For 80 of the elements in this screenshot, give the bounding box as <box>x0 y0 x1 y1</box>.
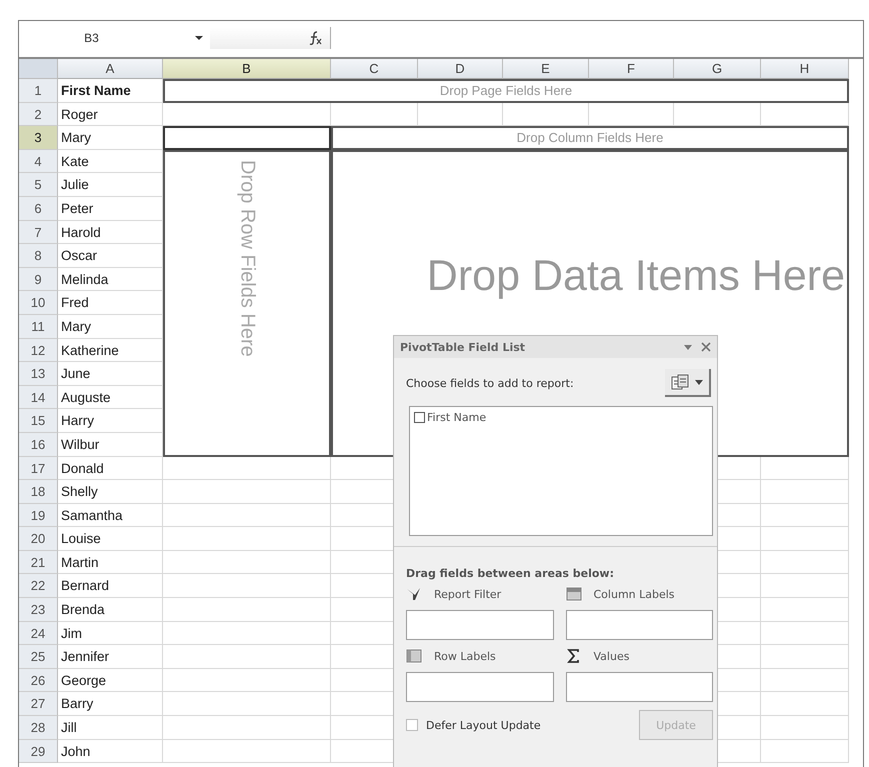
table-cell: Martin <box>58 550 163 574</box>
choose-fields-label: Choose fields to add to report: <box>406 376 574 390</box>
column-header[interactable]: A <box>58 59 163 79</box>
row-header[interactable]: 21 <box>19 550 58 574</box>
table-cell: Jennifer <box>58 645 163 669</box>
area-label: Row Labels <box>434 650 496 662</box>
checkbox[interactable] <box>414 412 425 423</box>
row-header[interactable]: 20 <box>19 527 58 551</box>
row-header[interactable]: 19 <box>19 504 58 528</box>
filter-icon <box>406 587 422 601</box>
close-icon[interactable] <box>701 342 711 352</box>
table-cell: Roger <box>58 102 163 126</box>
row-header[interactable]: 4 <box>19 150 58 174</box>
area-drop-box[interactable] <box>566 610 713 640</box>
table-cell: Jim <box>58 622 163 646</box>
row-fields-label: Drop Row Fields Here <box>236 160 258 357</box>
row-header[interactable]: 11 <box>19 314 58 339</box>
defer-update-label[interactable]: Defer Layout Update <box>426 718 541 732</box>
row-header[interactable]: 27 <box>19 692 58 716</box>
table-cell: Bernard <box>58 574 163 598</box>
area-drop-box[interactable] <box>406 610 554 640</box>
row-header[interactable]: 24 <box>19 622 58 646</box>
row-header[interactable]: 6 <box>19 196 58 221</box>
table-cell: John <box>58 740 163 764</box>
column-header[interactable]: F <box>589 59 674 79</box>
pane-title: PivotTable Field List <box>400 340 526 354</box>
sigma-icon <box>566 649 582 663</box>
row-header[interactable]: 5 <box>19 173 58 197</box>
columns-icon <box>566 587 582 601</box>
area-drop-box[interactable] <box>406 672 554 702</box>
row-header[interactable]: 13 <box>19 362 58 386</box>
table-cell: Louise <box>58 527 163 551</box>
row-header[interactable]: 9 <box>19 268 58 292</box>
layout-button[interactable] <box>665 369 711 397</box>
row-header[interactable]: 18 <box>19 480 58 504</box>
row-header[interactable]: 8 <box>19 244 58 268</box>
name-box[interactable]: B3 <box>19 31 154 45</box>
row-header[interactable]: 14 <box>19 386 58 410</box>
row-header[interactable]: 10 <box>19 291 58 315</box>
table-cell: Brenda <box>58 598 163 622</box>
rows-icon <box>406 649 422 663</box>
row-header[interactable]: 12 <box>19 338 58 362</box>
data-items-label: Drop Data Items Here <box>426 252 845 301</box>
table-cell: Samantha <box>58 504 163 528</box>
row-header[interactable]: 26 <box>19 668 58 692</box>
area-label: Values <box>594 650 630 662</box>
table-cell: Barry <box>58 692 163 716</box>
checkbox[interactable] <box>406 719 418 731</box>
caret-icon <box>695 380 703 384</box>
dropdown-icon[interactable] <box>194 35 204 41</box>
row-header[interactable]: 22 <box>19 574 58 598</box>
row-header[interactable]: 23 <box>19 598 58 622</box>
area-drop-box[interactable] <box>566 672 713 702</box>
function-icon[interactable] <box>308 31 322 45</box>
field-name[interactable]: First Name <box>427 411 486 424</box>
column-header[interactable]: G <box>674 59 761 79</box>
row-header[interactable]: 2 <box>19 102 58 126</box>
table-cell: George <box>58 668 163 692</box>
table-cell: Jill <box>58 716 163 740</box>
row-header[interactable]: 28 <box>19 716 58 740</box>
column-header[interactable]: E <box>503 59 589 79</box>
column-header[interactable]: C <box>331 59 418 79</box>
table-cell: Shelly <box>58 480 163 504</box>
row-header[interactable]: 7 <box>19 220 58 244</box>
row-header[interactable]: 29 <box>19 740 58 764</box>
selected-cell[interactable] <box>163 126 331 150</box>
row-header[interactable]: 1 <box>19 79 58 103</box>
layout-icon <box>671 374 689 390</box>
column-header[interactable]: D <box>418 59 503 79</box>
area-label: Report Filter <box>434 588 502 600</box>
column-header[interactable]: H <box>761 59 849 79</box>
row-header[interactable]: 17 <box>19 456 58 480</box>
row-header[interactable]: 25 <box>19 645 58 669</box>
area-label: Column Labels <box>594 588 675 600</box>
row-header[interactable]: 16 <box>19 432 58 456</box>
drag-fields-label: Drag fields between areas below: <box>406 567 615 580</box>
column-header[interactable]: B <box>163 59 331 79</box>
table-cell: Donald <box>58 456 163 480</box>
row-header[interactable]: 15 <box>19 409 58 433</box>
row-header[interactable]: 3 <box>19 126 58 150</box>
